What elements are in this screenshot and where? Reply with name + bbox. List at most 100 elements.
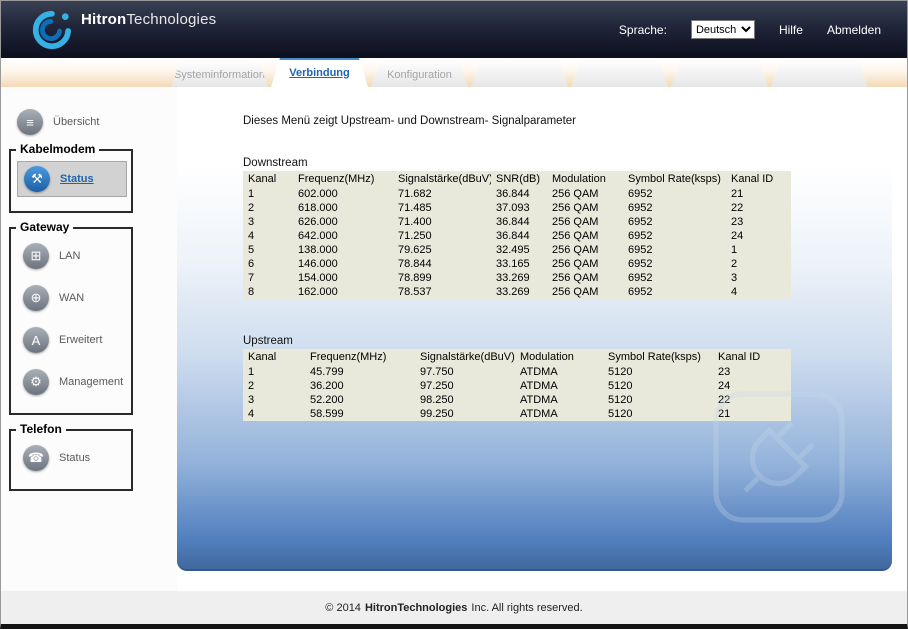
table-row: 3 626.000 71.400 36.844 256 QAM 6952 23 [243, 215, 791, 229]
column-header: Signalstärke(dBuV) [398, 173, 491, 185]
table-cell: 146.000 [298, 258, 338, 270]
section-title: Gateway [16, 220, 74, 234]
table-cell: 33.269 [496, 272, 530, 284]
copyright-prefix: © 2014 [325, 602, 361, 614]
table-cell: 58.599 [310, 408, 344, 420]
table-cell: 45.799 [310, 366, 344, 378]
column-header: Frequenz(MHz) [310, 351, 387, 363]
table-cell: 162.000 [298, 286, 338, 298]
table-cell: 6952 [628, 188, 653, 200]
sidebar-item-label: Übersicht [53, 116, 100, 128]
downstream-block: Downstream Kanal Frequenz(MHz) Signalstärk… [243, 157, 892, 299]
table-cell: 256 QAM [552, 188, 599, 200]
table-cell: 642.000 [298, 230, 338, 242]
table-cell: 256 QAM [552, 258, 599, 270]
tab-strip: Systeminformation Verbindung Konfigurati… [1, 58, 907, 87]
footer: © 2014 HitronTechnologies Inc. All right… [1, 591, 907, 624]
table-cell: 5120 [608, 408, 633, 420]
table-row: 7 154.000 78.899 33.269 256 QAM 6952 3 [243, 271, 791, 285]
table-cell: 256 QAM [552, 216, 599, 228]
sidebar-item-uebersicht[interactable]: ≡ Übersicht [11, 105, 177, 139]
column-header: Signalstärke(dBuV) [420, 351, 515, 363]
wan-globe-icon: ⊕ [23, 285, 49, 311]
language-select[interactable]: Deutsch [690, 20, 755, 39]
hitron-logo: HitronTechnologies [27, 9, 216, 51]
sidebar-section-gateway: Gateway ⊞ LAN ⊕ WAN A Erweitert ⚙ Manage… [9, 220, 133, 415]
table-cell: 7 [248, 272, 255, 284]
tab-empty-2[interactable] [571, 62, 668, 87]
table-cell: 33.269 [496, 286, 530, 298]
help-link[interactable]: Hilfe [779, 23, 803, 37]
logout-link[interactable]: Abmelden [827, 23, 881, 37]
column-header: Symbol Rate(ksps) [608, 351, 701, 363]
plug-watermark-icon [704, 382, 854, 537]
sidebar: ≡ Übersicht Kabelmodem ⚒ Status Gateway … [1, 87, 177, 591]
tab-empty-3[interactable] [671, 62, 768, 87]
table-cell: 256 QAM [552, 202, 599, 214]
table-cell: 618.000 [298, 202, 338, 214]
sidebar-item-management[interactable]: ⚙ Management [17, 365, 127, 399]
tab-verbindung[interactable]: Verbindung [271, 58, 368, 87]
brand-technologies: Technologies [126, 10, 217, 28]
table-cell: 4 [731, 286, 738, 298]
status-wrench-icon: ⚒ [24, 166, 50, 192]
sidebar-item-label: WAN [59, 292, 85, 304]
table-cell: 97.250 [420, 380, 454, 392]
column-header: Kanal [248, 173, 277, 185]
lan-icon: ⊞ [23, 243, 49, 269]
table-cell: 6 [248, 258, 255, 270]
column-header: Kanal [248, 351, 277, 363]
column-header: Kanal ID [718, 351, 761, 363]
header-actions: Sprache: Deutsch Hilfe Abmelden [619, 20, 881, 39]
main-wrap: Dieses Menü zeigt Upstream- und Downstre… [177, 87, 907, 591]
table-cell: 4 [248, 408, 255, 420]
table-cell: 36.844 [496, 188, 530, 200]
brand-text: HitronTechnologies [81, 11, 216, 28]
table-cell: 6952 [628, 272, 653, 284]
table-cell: 23 [718, 366, 731, 378]
sidebar-section-kabelmodem: Kabelmodem ⚒ Status [9, 142, 133, 213]
table-row: 1 45.799 97.750 ATDMA 5120 23 [243, 365, 791, 379]
column-header: Modulation [552, 173, 606, 185]
sidebar-item-wan[interactable]: ⊕ WAN [17, 281, 127, 315]
phone-icon: ☎ [23, 445, 49, 471]
sidebar-item-lan[interactable]: ⊞ LAN [17, 239, 127, 273]
table-cell: 24 [731, 230, 744, 242]
table-cell: 71.682 [398, 188, 432, 200]
table-cell: 6952 [628, 202, 653, 214]
table-cell: 5120 [608, 380, 633, 392]
table-cell: 256 QAM [552, 230, 599, 242]
table-cell: 79.625 [398, 244, 432, 256]
table-cell: 71.250 [398, 230, 432, 242]
body-area: ≡ Übersicht Kabelmodem ⚒ Status Gateway … [1, 87, 907, 591]
top-header: HitronTechnologies Sprache: Deutsch Hilf… [1, 1, 907, 58]
table-cell: 22 [731, 202, 744, 214]
brand-hitron: Hitron [81, 10, 127, 28]
table-cell: 6952 [628, 230, 653, 242]
sidebar-section-telefon: Telefon ☎ Status [9, 422, 133, 491]
table-cell: 8 [248, 286, 255, 298]
sidebar-item-label: Status [60, 173, 94, 185]
table-cell: 78.844 [398, 258, 432, 270]
table-cell: 36.844 [496, 216, 530, 228]
tab-systeminformation[interactable]: Systeminformation [171, 62, 268, 87]
upstream-title: Upstream [243, 335, 293, 347]
tab-empty-4[interactable] [771, 62, 868, 87]
table-cell: 1 [248, 188, 255, 200]
sidebar-item-label: Status [59, 452, 91, 464]
sidebar-item-telefon-status[interactable]: ☎ Status [17, 441, 127, 475]
section-title: Telefon [16, 422, 66, 436]
tab-empty-1[interactable] [471, 62, 568, 87]
table-cell: 4 [248, 230, 255, 242]
table-cell: 6952 [628, 258, 653, 270]
sidebar-item-kabelmodem-status[interactable]: ⚒ Status [17, 161, 127, 197]
table-cell: 71.485 [398, 202, 432, 214]
footer-brand: HitronTechnologies [364, 602, 468, 614]
sidebar-item-erweitert[interactable]: A Erweitert [17, 323, 127, 357]
table-cell: 2 [248, 202, 255, 214]
tab-konfiguration[interactable]: Konfiguration [371, 62, 468, 87]
table-header-row: Kanal Frequenz(MHz) Signalstärke(dBuV) SNR(… [243, 171, 791, 187]
table-cell: 99.250 [420, 408, 454, 420]
sidebar-item-label: Erweitert [59, 334, 103, 346]
downstream-table: Kanal Frequenz(MHz) Signalstärke(dBuV) SNR(… [243, 171, 791, 299]
